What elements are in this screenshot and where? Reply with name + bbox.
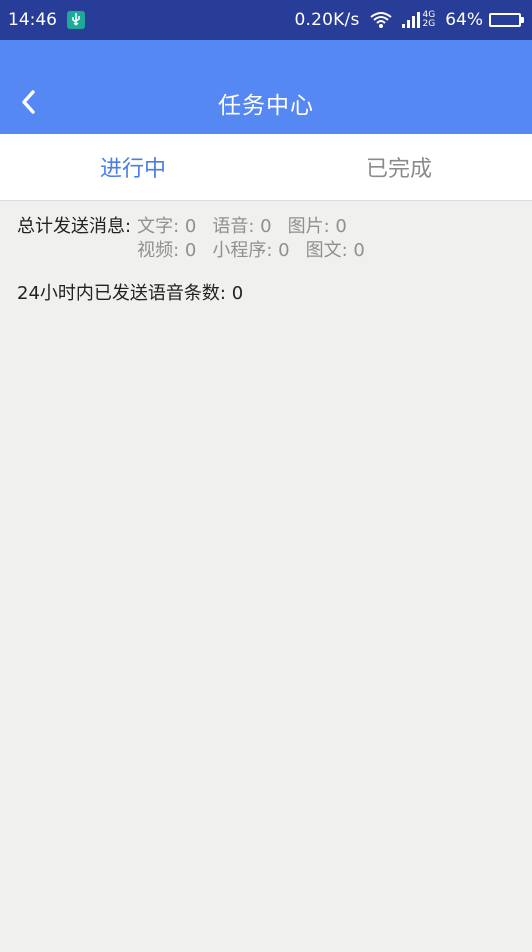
stat-voice: 语音: 0 bbox=[212, 216, 272, 237]
network-type-bottom: 2G bbox=[422, 19, 436, 29]
battery-icon bbox=[489, 13, 524, 27]
stat-image: 图片: 0 bbox=[287, 216, 347, 237]
stat-article: 图文: 0 bbox=[305, 240, 365, 261]
tab-completed[interactable]: 已完成 bbox=[266, 134, 532, 200]
voice-24h-label: 24小时内已发送语音条数: bbox=[17, 283, 226, 304]
battery-percent: 64% bbox=[445, 10, 483, 30]
stats-values: 文字: 0 语音: 0 图片: 0 视频: 0 小程序: 0 图文: 0 bbox=[131, 215, 365, 263]
app-header: 任务中心 bbox=[0, 40, 532, 134]
battery-indicator: 64% bbox=[445, 10, 524, 30]
total-sent-label: 总计发送消息: bbox=[17, 216, 132, 237]
signal-icon: 4G 2G bbox=[401, 11, 436, 29]
stat-text: 文字: 0 bbox=[137, 216, 197, 237]
voice-24h-stat: 24小时内已发送语音条数: 0 bbox=[17, 279, 532, 305]
usb-icon bbox=[67, 11, 85, 29]
tab-bar: 进行中 已完成 bbox=[0, 134, 532, 201]
status-time: 14:46 bbox=[8, 10, 57, 30]
net-speed: 0.20K/s bbox=[294, 10, 360, 30]
page-title: 任务中心 bbox=[218, 93, 314, 119]
network-type-labels: 4G 2G bbox=[423, 11, 436, 29]
tab-in-progress[interactable]: 进行中 bbox=[0, 134, 266, 200]
task-content: 总计发送消息: 文字: 0 语音: 0 图片: 0 视频: 0 小程序: 0 图… bbox=[0, 201, 532, 952]
status-bar: 14:46 0.20K/s 4G 2G 64% bbox=[0, 0, 532, 40]
stat-mini-program: 小程序: 0 bbox=[212, 240, 290, 261]
stat-video: 视频: 0 bbox=[137, 240, 197, 261]
message-stats: 总计发送消息: 文字: 0 语音: 0 图片: 0 视频: 0 小程序: 0 图… bbox=[17, 215, 532, 263]
voice-24h-value: 0 bbox=[231, 283, 244, 304]
wifi-icon bbox=[369, 11, 392, 29]
